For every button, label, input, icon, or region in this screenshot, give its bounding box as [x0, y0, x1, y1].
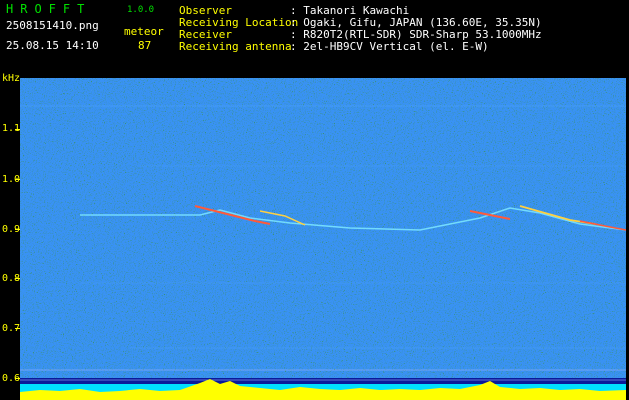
spectrum-noise-speckle: [20, 78, 626, 378]
app-name: HROFFT: [6, 2, 92, 16]
app-version: 1.0.0: [127, 5, 155, 15]
antenna-label: Receiving antenna: [179, 40, 292, 53]
count-label: meteor: [124, 25, 164, 38]
antenna-value: : 2el-HB9CV Vertical (el. E-W): [290, 40, 489, 53]
y-tickmark-1-0: [15, 179, 20, 180]
date-time: 25.08.15 14:10: [6, 39, 99, 52]
file-name: 2508151410.png: [6, 19, 99, 32]
y-tickmark-0-9: [15, 229, 20, 230]
y-unit-label: kHz: [2, 73, 21, 84]
y-tickmark-0-6: [15, 378, 20, 379]
y-tickmark-0-7: [15, 328, 20, 329]
spectrogram: [20, 78, 626, 400]
y-tickmark-0-8: [15, 278, 20, 279]
header-panel: HROFFT 1.0.0 2508151410.png meteor 25.08…: [0, 0, 629, 92]
count-value: 87: [138, 39, 152, 52]
y-tickmark-1-1: [15, 129, 20, 130]
